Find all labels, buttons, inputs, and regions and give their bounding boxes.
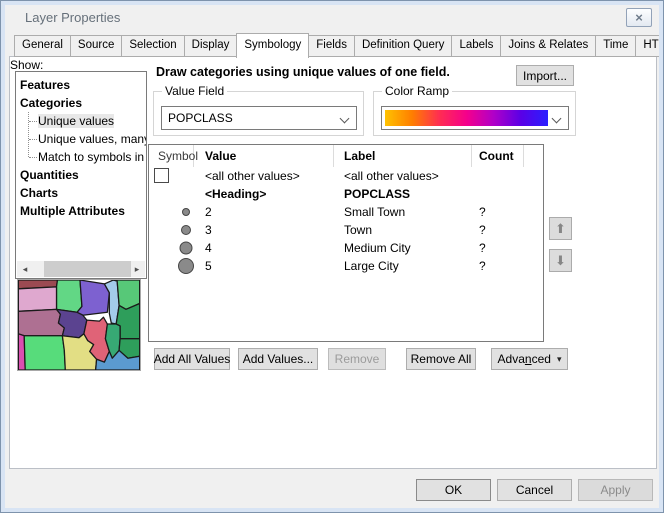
column-header-count[interactable]: Count [472, 145, 524, 167]
horizontal-scrollbar[interactable]: ◂ ▸ [17, 261, 145, 277]
column-header-label[interactable]: Label [334, 145, 472, 167]
tab-source[interactable]: Source [70, 35, 122, 57]
table-header-row: Symbol Value Label Count [149, 145, 543, 167]
table-row-heading[interactable]: <Heading> POPCLASS [149, 185, 543, 203]
chevron-down-icon [340, 114, 350, 124]
tab-labels[interactable]: Labels [451, 35, 501, 57]
point-symbol-icon [180, 242, 193, 255]
tab-display[interactable]: Display [184, 35, 238, 57]
value-field-selected: POPCLASS [168, 111, 233, 125]
value-field-groupbox: Value Field POPCLASS [153, 91, 364, 136]
point-symbol-icon [181, 225, 191, 235]
value-field-dropdown[interactable]: POPCLASS [161, 106, 357, 130]
show-item-features[interactable]: Features [20, 76, 70, 94]
color-ramp-dropdown[interactable] [381, 106, 569, 130]
table-row-value-2[interactable]: 2 Small Town ? [149, 203, 543, 221]
all-other-values-checkbox[interactable] [154, 168, 169, 183]
tree-branch [29, 139, 37, 140]
dialog-title: Layer Properties [25, 10, 120, 25]
show-item-match-symbols[interactable]: Match to symbols in a [38, 148, 147, 166]
scroll-left-icon[interactable]: ◂ [17, 261, 33, 277]
tab-time[interactable]: Time [595, 35, 636, 57]
color-ramp-groupbox: Color Ramp [373, 91, 576, 136]
point-symbol-icon [182, 208, 190, 216]
color-ramp-preview [385, 110, 548, 126]
tab-fields[interactable]: Fields [308, 35, 355, 57]
move-down-button[interactable]: ⬇ [549, 249, 572, 272]
table-row-value-3[interactable]: 3 Town ? [149, 221, 543, 239]
scroll-right-icon[interactable]: ▸ [129, 261, 145, 277]
import-button[interactable]: Import... [516, 65, 574, 86]
map-preview-thumbnail [17, 279, 141, 371]
dropdown-arrow-icon: ▾ [557, 354, 562, 365]
arrow-up-icon: ⬆ [555, 221, 566, 237]
arrow-down-icon: ⬇ [555, 253, 566, 269]
tab-selection[interactable]: Selection [121, 35, 184, 57]
remove-button: Remove [328, 348, 386, 370]
scrollbar-thumb[interactable] [44, 261, 131, 277]
apply-button: Apply [578, 479, 653, 501]
map-preview-image [18, 280, 140, 370]
tab-strip: General Source Selection Display Symbolo… [15, 35, 664, 57]
tree-connector-line [28, 112, 29, 157]
unique-values-table: Symbol Value Label Count <all other valu… [148, 144, 544, 342]
show-item-multiple-attributes[interactable]: Multiple Attributes [20, 202, 125, 220]
table-row-all-other-values[interactable]: <all other values> <all other values> [149, 167, 543, 185]
close-icon: × [635, 10, 643, 25]
color-ramp-label: Color Ramp [382, 84, 452, 98]
tree-branch [29, 157, 37, 158]
remove-all-button[interactable]: Remove All [406, 348, 476, 370]
advanced-button[interactable]: Advanced ▾ [491, 348, 568, 370]
chevron-down-icon [552, 114, 562, 124]
column-header-symbol[interactable]: Symbol [149, 145, 194, 167]
tab-symbology[interactable]: Symbology [236, 33, 309, 58]
show-tree-list: Features Categories Unique values Unique… [15, 71, 147, 279]
table-row-value-5[interactable]: 5 Large City ? [149, 257, 543, 275]
tree-branch [29, 121, 37, 122]
add-values-button[interactable]: Add Values... [238, 348, 318, 370]
instruction-text: Draw categories using unique values of o… [156, 65, 450, 79]
title-bar[interactable]: Layer Properties × [1, 1, 663, 32]
show-item-charts[interactable]: Charts [20, 184, 58, 202]
tab-joins-relates[interactable]: Joins & Relates [500, 35, 596, 57]
tab-html-popup[interactable]: HTML Popup [635, 35, 664, 57]
move-up-button[interactable]: ⬆ [549, 217, 572, 240]
show-item-unique-values-many[interactable]: Unique values, many [38, 130, 147, 148]
tab-definition-query[interactable]: Definition Query [354, 35, 452, 57]
table-row-value-4[interactable]: 4 Medium City ? [149, 239, 543, 257]
layer-properties-dialog: Layer Properties × General Source Select… [0, 0, 664, 513]
column-header-value[interactable]: Value [194, 145, 334, 167]
tab-general[interactable]: General [14, 35, 71, 57]
show-item-quantities[interactable]: Quantities [20, 166, 79, 184]
show-item-categories[interactable]: Categories [20, 94, 82, 112]
point-symbol-icon [178, 258, 194, 274]
value-field-label: Value Field [162, 84, 227, 98]
show-item-unique-values[interactable]: Unique values [38, 112, 114, 130]
close-button[interactable]: × [626, 8, 652, 27]
cancel-button[interactable]: Cancel [497, 479, 572, 501]
add-all-values-button[interactable]: Add All Values [154, 348, 230, 370]
show-label: Show: [10, 58, 43, 72]
ok-button[interactable]: OK [416, 479, 491, 501]
